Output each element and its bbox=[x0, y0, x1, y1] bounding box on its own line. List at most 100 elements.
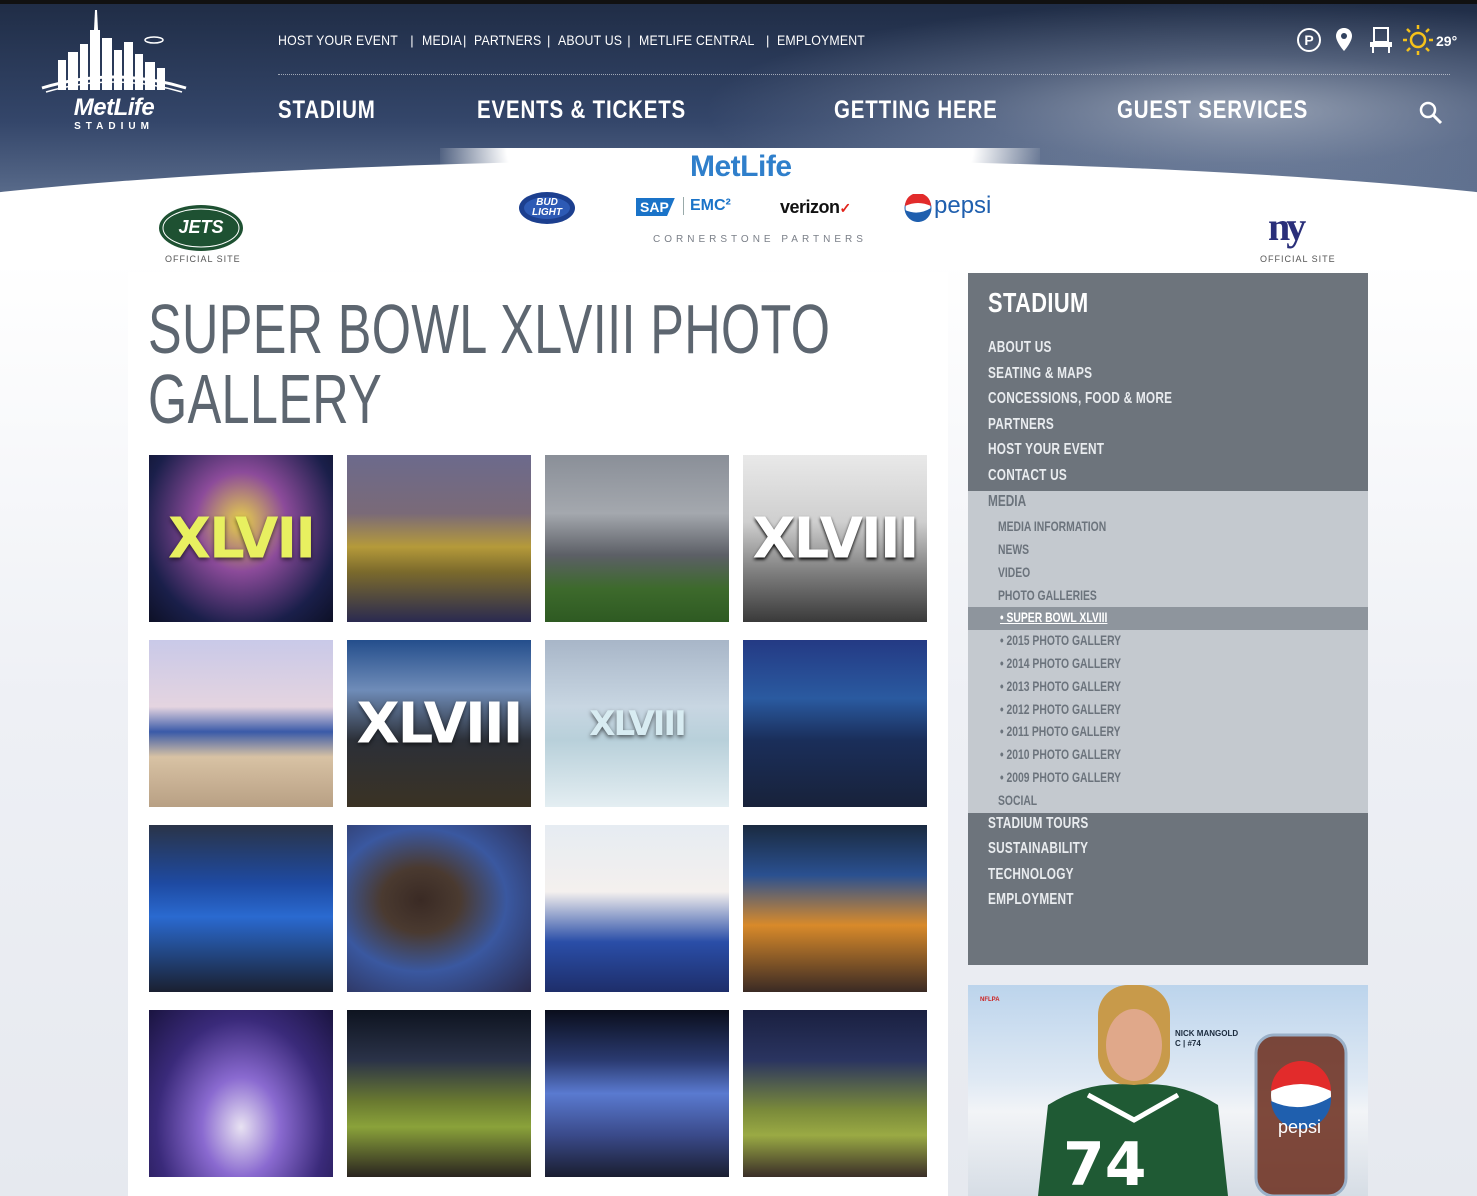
ad-pepsi-wordmark: pepsi bbox=[1278, 1117, 1322, 1137]
search-icon[interactable] bbox=[1418, 100, 1444, 126]
sidebar-sub-social[interactable]: SOCIAL bbox=[998, 792, 1037, 808]
weather-temperature: 29° bbox=[1436, 33, 1458, 49]
player-name: NICK MANGOLD bbox=[1175, 1029, 1239, 1038]
player-figure: 74 bbox=[1038, 985, 1228, 1196]
gallery-photo[interactable]: XLVIII bbox=[347, 640, 531, 807]
util-link-media[interactable]: MEDIA bbox=[422, 32, 462, 48]
metlife-sponsor-logo[interactable]: MetLife bbox=[690, 150, 792, 184]
sidebar-item-employment[interactable]: EMPLOYMENT bbox=[988, 891, 1074, 909]
sidebar-item-contact-us[interactable]: CONTACT US bbox=[988, 467, 1067, 485]
sidebar-item-sustainability[interactable]: SUSTAINABILITY bbox=[988, 840, 1088, 858]
sidebar-item-about-us[interactable]: ABOUT US bbox=[988, 339, 1052, 357]
gallery-photo[interactable]: XLVII bbox=[149, 455, 333, 622]
sidebar-title: STADIUM bbox=[988, 287, 1089, 318]
player-position: C | #74 bbox=[1175, 1039, 1201, 1048]
emc-logo[interactable]: EMC² bbox=[683, 197, 731, 215]
pepsi-advertisement[interactable]: NFLPA 74 NICK MANGOLD C | #74 pepsi bbox=[968, 985, 1368, 1196]
gallery-photo[interactable] bbox=[149, 640, 333, 807]
sidebar-gallery-2012[interactable]: • 2012 PHOTO GALLERY bbox=[1000, 701, 1121, 717]
gallery-photo[interactable] bbox=[743, 825, 927, 992]
verizon-check: ✓ bbox=[839, 200, 852, 216]
sidebar-sub-photo-galleries[interactable]: PHOTO GALLERIES bbox=[998, 587, 1097, 603]
player-label: NICK MANGOLD C | #74 bbox=[1175, 1029, 1238, 1049]
sidebar-item-host-your-event[interactable]: HOST YOUR EVENT bbox=[988, 441, 1104, 459]
util-link-host-your-event[interactable]: HOST YOUR EVENT bbox=[278, 32, 398, 48]
svg-text:P: P bbox=[1304, 32, 1313, 48]
svg-text:LIGHT: LIGHT bbox=[532, 207, 563, 218]
sidebar-item-partners[interactable]: PARTNERS bbox=[988, 416, 1054, 434]
gallery-photo[interactable] bbox=[545, 455, 729, 622]
nav-getting-here[interactable]: GETTING HERE bbox=[834, 96, 998, 125]
giants-official-site-label: OFFICIAL SITE bbox=[1260, 254, 1336, 264]
bud-light-logo[interactable]: BUD LIGHT bbox=[516, 188, 578, 228]
metlife-stadium-logo[interactable]: MetLife STADIUM bbox=[36, 8, 192, 132]
photo-caption: XLVIII bbox=[356, 691, 524, 756]
sidebar-gallery-2014[interactable]: • 2014 PHOTO GALLERY bbox=[1000, 655, 1121, 671]
util-link-employment[interactable]: EMPLOYMENT bbox=[777, 32, 865, 48]
nav-guest-services[interactable]: GUEST SERVICES bbox=[1117, 96, 1308, 125]
gallery-photo[interactable]: XLVIII bbox=[743, 455, 927, 622]
cornerstone-partners-label: CORNERSTONE PARTNERS bbox=[653, 234, 867, 245]
utility-nav: HOST YOUR EVENT | MEDIA | PARTNERS | ABOUT … bbox=[278, 30, 877, 50]
divider: | bbox=[463, 32, 467, 48]
sidebar-item-technology[interactable]: TECHNOLOGY bbox=[988, 866, 1074, 884]
divider: | bbox=[410, 32, 414, 48]
sidebar-sub-video[interactable]: VIDEO bbox=[998, 564, 1030, 580]
divider: | bbox=[546, 32, 551, 48]
photo-caption: XLVII bbox=[167, 506, 316, 571]
sidebar-gallery-2011[interactable]: • 2011 PHOTO GALLERY bbox=[1000, 723, 1121, 739]
page-title-line-2: GALLERY bbox=[148, 360, 383, 438]
nflpa-badge: NFLPA bbox=[980, 997, 1000, 1003]
sidebar-item-media[interactable]: MEDIA bbox=[988, 493, 1026, 511]
sidebar-item-concessions[interactable]: CONCESSIONS, FOOD & MORE bbox=[988, 390, 1172, 408]
logo-name: MetLife bbox=[73, 94, 155, 121]
nav-events-tickets[interactable]: EVENTS & TICKETS bbox=[477, 96, 686, 125]
sidebar-nav: STADIUM ABOUT US SEATING & MAPS CONCESSI… bbox=[968, 273, 1368, 965]
pepsi-globe-icon bbox=[904, 194, 932, 222]
jets-official-site-label: OFFICIAL SITE bbox=[165, 254, 241, 264]
nav-divider bbox=[278, 74, 1450, 75]
sidebar-gallery-super-bowl-xlviii[interactable]: • SUPER BOWL XLVIII bbox=[1000, 609, 1107, 625]
photo-caption: XLVIII bbox=[589, 703, 686, 744]
location-pin-icon[interactable] bbox=[1334, 24, 1354, 56]
sidebar-item-stadium-tours[interactable]: STADIUM TOURS bbox=[988, 815, 1088, 833]
main-content: SUPER BOWL XLVIII PHOTO GALLERY XLVII XL… bbox=[128, 272, 948, 1196]
sun-icon bbox=[1403, 25, 1433, 55]
sidebar-item-seating-maps[interactable]: SEATING & MAPS bbox=[988, 365, 1092, 383]
divider: | bbox=[627, 32, 631, 48]
giants-logo[interactable]: ny bbox=[1268, 203, 1306, 250]
verizon-logo[interactable]: verizon✓ bbox=[780, 197, 851, 218]
gallery-photo[interactable] bbox=[545, 825, 729, 992]
gallery-photo[interactable] bbox=[347, 825, 531, 992]
gallery-photo[interactable] bbox=[149, 825, 333, 992]
gallery-photo[interactable] bbox=[743, 640, 927, 807]
util-link-metlife-central[interactable]: METLIFE CENTRAL bbox=[639, 32, 755, 48]
pepsi-bottle bbox=[1254, 1033, 1348, 1196]
gallery-photo[interactable] bbox=[149, 1010, 333, 1177]
gallery-photo[interactable] bbox=[545, 1010, 729, 1177]
util-link-partners[interactable]: PARTNERS bbox=[474, 32, 541, 48]
pepsi-logo[interactable]: pepsi bbox=[934, 192, 991, 220]
divider: | bbox=[766, 32, 770, 48]
gallery-photo[interactable] bbox=[743, 1010, 927, 1177]
parking-icon[interactable]: P bbox=[1296, 24, 1322, 56]
top-border bbox=[0, 0, 1477, 4]
verizon-text: verizon bbox=[780, 197, 840, 217]
util-link-about-us[interactable]: ABOUT US bbox=[558, 32, 622, 48]
gallery-photo[interactable]: XLVIII bbox=[545, 640, 729, 807]
sidebar-sub-news[interactable]: NEWS bbox=[998, 541, 1029, 557]
nav-stadium[interactable]: STADIUM bbox=[278, 96, 376, 125]
svg-text:JETS: JETS bbox=[178, 217, 223, 237]
jets-logo[interactable]: JETS bbox=[157, 203, 245, 253]
sidebar-gallery-2010[interactable]: • 2010 PHOTO GALLERY bbox=[1000, 746, 1121, 762]
sidebar-gallery-2015[interactable]: • 2015 PHOTO GALLERY bbox=[1000, 632, 1121, 648]
photo-caption: XLVIII bbox=[752, 506, 920, 571]
sidebar-sub-media-information[interactable]: MEDIA INFORMATION bbox=[998, 518, 1106, 534]
gallery-photo[interactable] bbox=[347, 1010, 531, 1177]
skyline-icon bbox=[41, 10, 187, 93]
sidebar-gallery-2013[interactable]: • 2013 PHOTO GALLERY bbox=[1000, 678, 1121, 694]
sidebar-media-section: MEDIA MEDIA INFORMATION NEWS VIDEO PHOTO… bbox=[968, 491, 1368, 813]
seat-icon[interactable] bbox=[1366, 24, 1394, 56]
sidebar-gallery-2009[interactable]: • 2009 PHOTO GALLERY bbox=[1000, 769, 1121, 785]
gallery-photo[interactable] bbox=[347, 455, 531, 622]
